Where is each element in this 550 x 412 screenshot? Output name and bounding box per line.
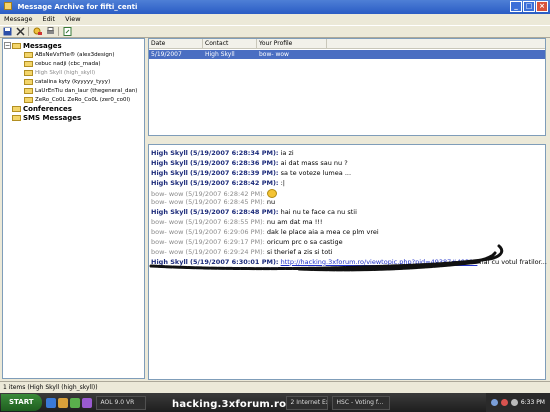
ie-icon[interactable] xyxy=(45,397,56,408)
toolbar xyxy=(0,25,550,38)
tree-messages-node[interactable]: − Messages xyxy=(4,41,143,50)
watermark: hacking.3xforum.ro xyxy=(172,399,287,410)
folder-icon xyxy=(24,69,33,76)
system-tray: 6:33 PM xyxy=(485,393,550,412)
tray-icon[interactable] xyxy=(500,399,508,406)
menu-edit[interactable]: Edit xyxy=(43,15,56,24)
tree-contact-item[interactable]: ABsNeVsfYle® (alex3design) xyxy=(4,50,143,59)
volume-icon[interactable] xyxy=(510,399,518,406)
folder-icon xyxy=(12,114,21,121)
cell-profile: bow- wow xyxy=(259,51,289,58)
message-archive-window: Message Archive for fifti_centi _ □ × Me… xyxy=(0,0,550,393)
delete-icon[interactable] xyxy=(15,27,25,37)
app-icon xyxy=(4,2,12,10)
quick-launch xyxy=(45,397,92,408)
list-header: Date Contact Your Profile xyxy=(149,39,545,49)
toolbar-separator xyxy=(28,27,29,36)
window-title: Message Archive for fifti_centi xyxy=(17,3,138,11)
tree-contact-item[interactable]: cebuc nadji (cbc_mada) xyxy=(4,59,143,68)
column-header-date[interactable]: Date xyxy=(149,39,203,48)
tree-contact-item[interactable]: catalina kyty (kyyyyy_tyyy) xyxy=(4,77,143,86)
contact-label: catalina kyty (kyyyyy_tyyy) xyxy=(35,78,111,85)
contact-label: ZeRo_Co0L ZeRo_Co0L (zer0_co0l) xyxy=(35,96,131,103)
contact-label: ABsNeVsfYle® (alex3design) xyxy=(35,51,115,58)
close-button[interactable]: × xyxy=(536,1,548,12)
taskbar-button-hsc[interactable]: HSC - Voting f... xyxy=(331,395,390,410)
minimize-button[interactable]: _ xyxy=(510,1,522,12)
maximize-button[interactable]: □ xyxy=(523,1,535,12)
tree-node-label: Conferences xyxy=(23,104,72,113)
tree-contact-item[interactable]: LaUrEnTiu dan_laur (thegeneral_dan) xyxy=(4,86,143,95)
title-bar: Message Archive for fifti_centi _ □ × xyxy=(0,0,550,14)
scribble-mark xyxy=(149,244,504,272)
toolbar-separator xyxy=(58,27,59,36)
tree-sms-node[interactable]: SMS Messages xyxy=(4,113,143,122)
tree-conferences-node[interactable]: Conferences xyxy=(4,104,143,113)
messenger-icon[interactable] xyxy=(81,397,92,408)
status-bar: 1 items (High Skyll (high_skyll)) xyxy=(0,381,550,393)
folder-icon xyxy=(24,78,33,85)
folder-icon xyxy=(12,105,21,112)
tree-contact-item-selected[interactable]: High Skyll (high_skyll) xyxy=(4,68,143,77)
contact-label: cebuc nadji (cbc_mada) xyxy=(35,60,101,67)
folder-icon xyxy=(24,87,33,94)
column-header-contact[interactable]: Contact xyxy=(203,39,257,48)
media-icon[interactable] xyxy=(69,397,80,408)
message-history: High Skyll (5/19/2007 6:28:34 PM): ia zi… xyxy=(148,144,547,380)
tree-node-label: SMS Messages xyxy=(23,113,82,122)
collapse-toggle-icon[interactable]: − xyxy=(4,42,11,49)
folder-icon xyxy=(12,42,21,49)
table-row[interactable]: 5/19/2007 High Skyll bow- wow xyxy=(149,50,545,59)
column-header-profile[interactable]: Your Profile xyxy=(257,39,327,48)
menu-message[interactable]: Message xyxy=(4,15,33,24)
start-button[interactable]: START xyxy=(1,394,42,411)
cell-contact: High Skyll xyxy=(205,51,235,58)
cell-date: 5/19/2007 xyxy=(151,51,182,58)
taskbar-button-aol[interactable]: AOL 9.0 VR xyxy=(95,395,146,410)
contact-label: LaUrEnTiu dan_laur (thegeneral_dan) xyxy=(35,87,138,94)
export-icon[interactable] xyxy=(62,27,72,37)
folder-icon xyxy=(24,51,33,58)
menu-view[interactable]: View xyxy=(65,15,80,24)
folder-icon xyxy=(24,60,33,67)
folder-icon xyxy=(24,96,33,103)
menu-bar: Message Edit View xyxy=(0,14,550,25)
find-icon[interactable] xyxy=(32,27,42,37)
contact-tree: − Messages ABsNeVsfYle® (alex3design) ce… xyxy=(2,38,145,379)
clock: 6:33 PM xyxy=(520,399,545,406)
print-icon[interactable] xyxy=(45,27,55,37)
contact-label: High Skyll (high_skyll) xyxy=(35,69,96,76)
tree-node-label: Messages xyxy=(23,41,62,50)
folder-icon[interactable] xyxy=(57,397,68,408)
tree-contact-item[interactable]: ZeRo_Co0L ZeRo_Co0L (zer0_co0l) xyxy=(4,95,143,104)
save-icon[interactable] xyxy=(2,27,12,37)
conversation-list: Date Contact Your Profile 5/19/2007 High… xyxy=(148,38,546,136)
tray-icon[interactable] xyxy=(490,399,498,406)
taskbar-button-internet-explorer[interactable]: 2 Internet Ex... xyxy=(285,395,328,410)
